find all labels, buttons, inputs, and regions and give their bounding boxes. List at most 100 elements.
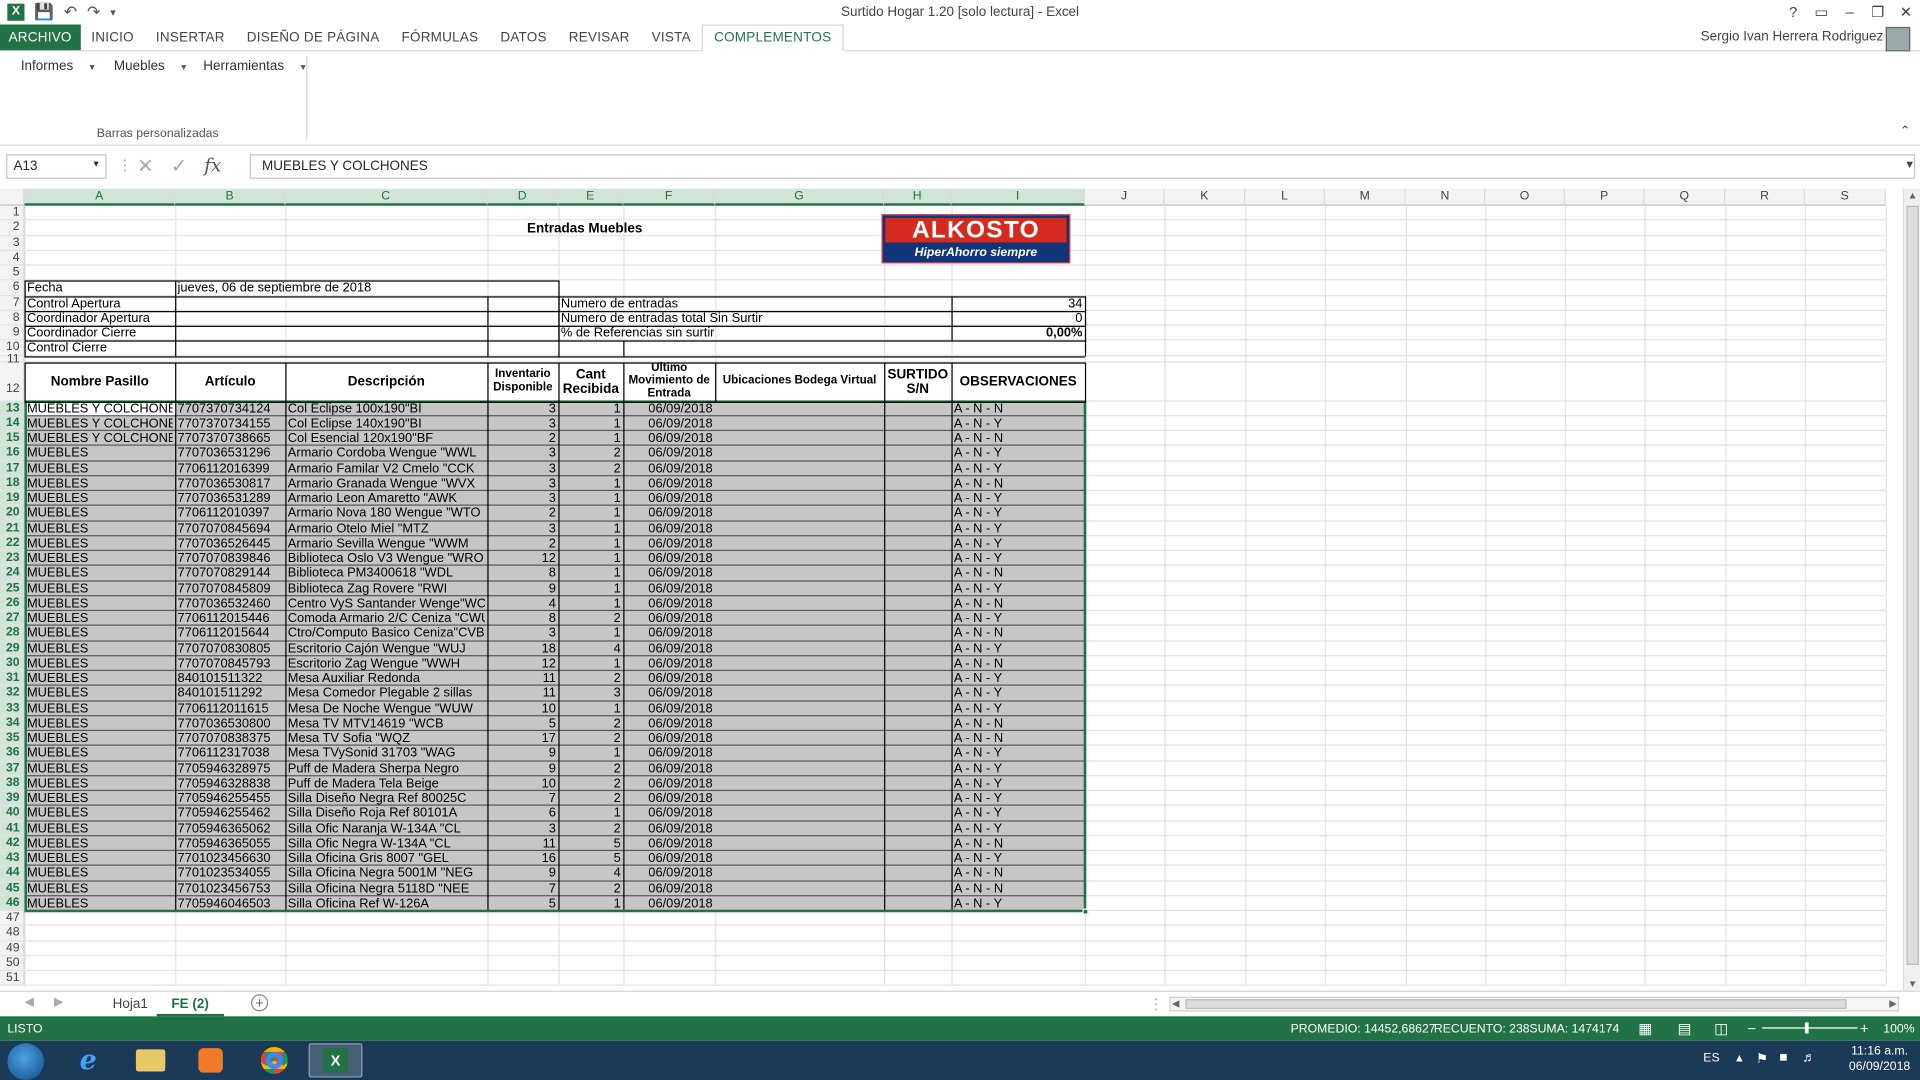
row-header-40[interactable]: 40 [0, 806, 25, 822]
tab-diseno-pagina[interactable]: DISEÑO DE PÁGINA [236, 24, 391, 50]
row-header-22[interactable]: 22 [0, 536, 25, 552]
zoom-slider-thumb[interactable] [1804, 1022, 1809, 1034]
restore-button[interactable]: ❐ [1864, 0, 1892, 24]
column-header-c[interactable]: C [285, 188, 488, 206]
row-header-15[interactable]: 15 [0, 431, 25, 447]
cell-descripcion[interactable]: Centro VyS Santander Wenge"WCY [288, 596, 485, 611]
column-header-f[interactable]: F [623, 188, 716, 206]
cell-pasillo[interactable]: MUEBLES [27, 776, 173, 791]
cell-cantidad[interactable]: 3 [561, 686, 621, 701]
row-header-38[interactable]: 38 [0, 776, 25, 792]
cell-articulo[interactable]: 7701023456753 [178, 881, 283, 896]
column-header-a[interactable]: A [24, 188, 176, 206]
row-header-49[interactable]: 49 [0, 941, 25, 957]
cell-articulo[interactable]: 7707070845694 [178, 521, 283, 536]
cell-cantidad[interactable]: 1 [561, 401, 621, 416]
cell-inventario[interactable]: 16 [490, 851, 556, 866]
cell-observaciones[interactable]: A - N - Y [954, 701, 1083, 716]
row-header-20[interactable]: 20 [0, 506, 25, 522]
cell-inventario[interactable]: 4 [490, 596, 556, 611]
cell-observaciones[interactable]: A - N - N [954, 866, 1083, 881]
cell-cantidad[interactable]: 1 [561, 506, 621, 521]
summary-value[interactable]: 0 [954, 311, 1082, 326]
row-header-5[interactable]: 5 [0, 265, 25, 281]
row-header-44[interactable]: 44 [0, 866, 25, 882]
cell-fecha[interactable]: 06/09/2018 [626, 596, 712, 611]
column-header-n[interactable]: N [1405, 188, 1486, 206]
tab-vista[interactable]: VISTA [641, 24, 702, 50]
cell-articulo[interactable]: 7705946365062 [178, 821, 283, 836]
cell-fecha[interactable]: 06/09/2018 [626, 701, 712, 716]
cell-articulo[interactable]: 7707036531289 [178, 491, 283, 506]
start-button-icon[interactable] [7, 1043, 45, 1080]
cell-articulo[interactable]: 7705946255455 [178, 791, 283, 806]
column-title[interactable]: Artículo [175, 362, 285, 401]
language-indicator[interactable]: ES [1703, 1052, 1719, 1065]
cell-inventario[interactable]: 3 [490, 521, 556, 536]
cell-observaciones[interactable]: A - N - N [954, 431, 1083, 446]
summary-value[interactable]: 34 [954, 296, 1082, 311]
cell-descripcion[interactable]: Puff de Madera Tela Beige [288, 776, 485, 791]
cell-articulo[interactable]: 7705946255462 [178, 806, 283, 821]
column-header-p[interactable]: P [1564, 188, 1645, 206]
column-title[interactable]: Inventario Disponible [487, 362, 558, 401]
cell-inventario[interactable]: 7 [490, 791, 556, 806]
cell-pasillo[interactable]: MUEBLES [27, 611, 173, 626]
cell-fecha[interactable]: 06/09/2018 [626, 776, 712, 791]
row-header-6[interactable]: 6 [0, 280, 25, 296]
cell-inventario[interactable]: 17 [490, 731, 556, 746]
add-sheet-icon[interactable]: + [251, 994, 269, 1012]
row-header-25[interactable]: 25 [0, 581, 25, 597]
cell-fecha[interactable]: 06/09/2018 [626, 536, 712, 551]
cell-inventario[interactable]: 9 [490, 761, 556, 776]
column-header-k[interactable]: K [1164, 188, 1246, 206]
info-value[interactable]: jueves, 06 de septiembre de 2018 [178, 281, 487, 296]
volume-icon[interactable]: ♬ [1802, 1051, 1815, 1066]
cell-cantidad[interactable]: 2 [561, 461, 621, 476]
cell-pasillo[interactable]: MUEBLES [27, 461, 173, 476]
network-icon[interactable]: ■ [1779, 1051, 1787, 1066]
cell-inventario[interactable]: 8 [490, 611, 556, 626]
row-header-41[interactable]: 41 [0, 821, 25, 837]
cell-articulo[interactable]: 840101511322 [178, 671, 283, 686]
page-layout-icon[interactable]: ▤ [1678, 1020, 1692, 1037]
cell-pasillo[interactable]: MUEBLES [27, 716, 173, 731]
column-title[interactable]: Descripción [285, 362, 487, 401]
row-header-12[interactable]: 12 [0, 361, 25, 402]
enter-icon[interactable]: ✓ [171, 154, 187, 178]
cell-pasillo[interactable]: MUEBLES [27, 641, 173, 656]
cell-inventario[interactable]: 3 [490, 476, 556, 491]
row-header-8[interactable]: 8 [0, 310, 25, 326]
tab-datos[interactable]: DATOS [489, 24, 557, 50]
cell-inventario[interactable]: 2 [490, 536, 556, 551]
cell-observaciones[interactable]: A - N - N [954, 731, 1083, 746]
column-title[interactable]: SURTIDO S/N [884, 362, 951, 401]
cell-fecha[interactable]: 06/09/2018 [626, 866, 712, 881]
cell-pasillo[interactable]: MUEBLES Y COLCHONES [27, 416, 173, 431]
tab-archivo[interactable]: ARCHIVO [0, 24, 81, 51]
column-title[interactable]: OBSERVACIONES [951, 362, 1084, 401]
muebles-menu-button[interactable]: Muebles ▼ [114, 59, 188, 74]
cell-inventario[interactable]: 10 [490, 701, 556, 716]
cell-pasillo[interactable]: MUEBLES [27, 881, 173, 896]
row-header-42[interactable]: 42 [0, 836, 25, 852]
cell-descripcion[interactable]: Col Esencial 120x190"BF [288, 431, 485, 446]
cell-pasillo[interactable]: MUEBLES [27, 656, 173, 671]
cell-fecha[interactable]: 06/09/2018 [626, 716, 712, 731]
cell-pasillo[interactable]: MUEBLES [27, 821, 173, 836]
cell-descripcion[interactable]: Armario Cordoba Wengue "WWL [288, 446, 485, 461]
vertical-scrollbar[interactable]: ▲ ▼ [1902, 188, 1920, 991]
expand-formula-icon[interactable]: ▼ [1904, 158, 1915, 170]
cell-descripcion[interactable]: Escritorio Cajón Wengue "WUJ [288, 641, 485, 656]
tab-inicio[interactable]: INICIO [80, 24, 145, 50]
row-header-51[interactable]: 51 [0, 971, 25, 987]
cell-cantidad[interactable]: 1 [561, 806, 621, 821]
cell-pasillo[interactable]: MUEBLES [27, 521, 173, 536]
cell-descripcion[interactable]: Mesa Auxiliar Redonda [288, 671, 485, 686]
cell-inventario[interactable]: 9 [490, 866, 556, 881]
cell-inventario[interactable]: 3 [490, 626, 556, 641]
tab-insertar[interactable]: INSERTAR [145, 24, 236, 50]
cell-cantidad[interactable]: 2 [561, 731, 621, 746]
cell-descripcion[interactable]: Biblioteca PM3400618 "WDL [288, 566, 485, 581]
cell-observaciones[interactable]: A - N - N [954, 656, 1083, 671]
